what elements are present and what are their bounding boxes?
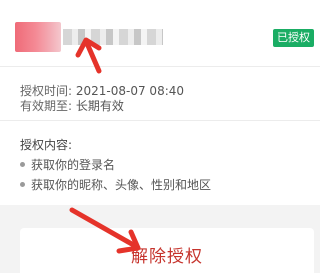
arrow-icon: [69, 207, 141, 254]
annotation-arrows: [69, 37, 141, 254]
arrow-icon: [75, 37, 102, 74]
